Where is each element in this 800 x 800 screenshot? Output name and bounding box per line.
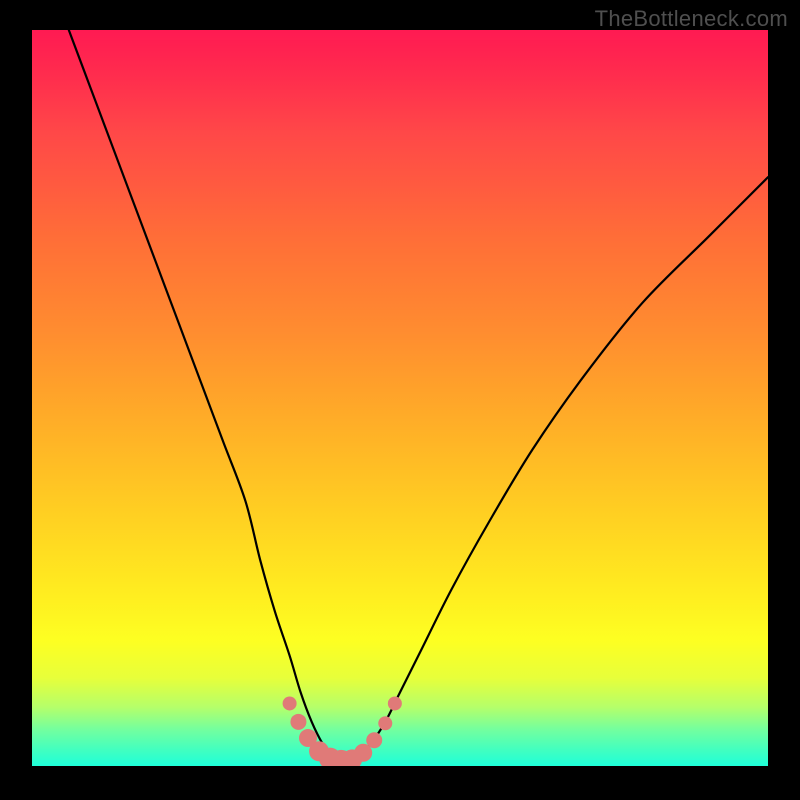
curve-right-arm (356, 177, 768, 758)
watermark-text: TheBottleneck.com (595, 6, 788, 32)
highlight-dot (366, 732, 382, 748)
chart-plot-area (32, 30, 768, 766)
curve-left-arm (69, 30, 334, 759)
highlight-dot (388, 696, 402, 710)
highlight-dot (283, 696, 297, 710)
chart-svg (32, 30, 768, 766)
highlight-dot (290, 714, 306, 730)
highlight-dots (283, 696, 402, 766)
highlight-dot (378, 716, 392, 730)
chart-frame: TheBottleneck.com (0, 0, 800, 800)
